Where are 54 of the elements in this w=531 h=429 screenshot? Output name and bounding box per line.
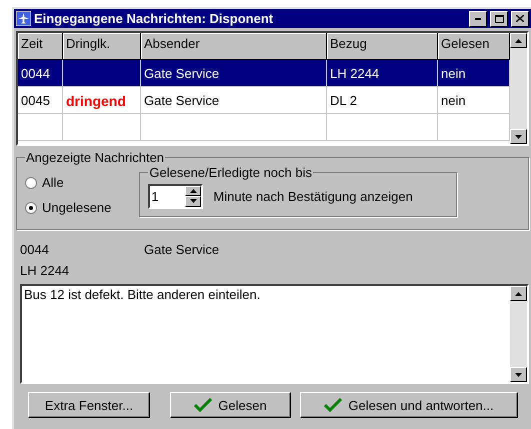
column-header[interactable]: Zeit [18,33,63,60]
scrollbar[interactable] [510,286,527,382]
column-header[interactable]: Bezug [327,33,438,60]
table-cell[interactable]: dringend [63,87,141,114]
scroll-up-button[interactable] [510,33,527,48]
close-button[interactable] [511,10,529,26]
minimize-icon [475,18,481,20]
table-cell[interactable]: nein [438,87,510,114]
minimize-button[interactable] [469,10,487,26]
scrollbar[interactable] [510,33,527,144]
table-cell[interactable]: 0045 [18,87,63,114]
airplane-icon [16,11,31,26]
table-cell[interactable]: LH 2244 [327,60,438,87]
scroll-down-button[interactable] [510,129,527,144]
table-cell[interactable]: DL 2 [327,87,438,114]
spin-down-button[interactable] [185,196,202,206]
table-cell[interactable] [63,60,141,87]
dialog-button[interactable]: Gelesen und antworten... [300,392,518,418]
maximize-icon [494,14,504,22]
maximize-button[interactable] [490,10,508,26]
column-header[interactable]: Absender [141,33,327,60]
column-header[interactable]: Dringlk. [63,33,141,60]
message-box[interactable]: Bus 12 ist defekt. Bitte anderen einteilen. [20,284,529,384]
down-arrow-icon [515,134,522,138]
column-header[interactable]: Gelesen [438,33,510,60]
table-cell[interactable] [141,114,327,141]
table-cell[interactable]: nein [438,60,510,87]
scroll-down-button[interactable] [510,367,527,382]
message-reference: LH 2244 [20,263,70,278]
table-cell[interactable] [18,114,63,141]
table-cell[interactable]: Gate Service [141,87,327,114]
window-title: Eingegangene Nachrichten: Disponent [34,11,274,26]
up-arrow-icon [515,292,522,296]
dialog-button[interactable]: Extra Fenster... [28,392,150,418]
scroll-up-button[interactable] [510,286,527,301]
up-arrow-icon [515,38,522,42]
minutes-spinner[interactable]: 1 [148,184,204,208]
down-arrow-icon [190,199,197,204]
close-icon [516,15,524,22]
table-cell[interactable]: 0044 [18,60,63,87]
spinner-label: Minute nach Bestätigung anzeigen [213,188,413,204]
table-cell[interactable] [63,114,141,141]
up-arrow-icon [190,188,197,193]
table-cell[interactable]: Gate Service [141,60,327,87]
group-title: Gelesene/Erledigte noch bis [148,165,313,180]
spin-up-button[interactable] [185,186,202,196]
radio-option[interactable]: Alle [25,175,112,190]
radio-option[interactable]: Ungelesene [25,200,112,215]
table-cell[interactable] [327,114,438,141]
down-arrow-icon [515,372,522,376]
message-sender: Gate Service [144,242,220,257]
group-title: Angezeigte Nachrichten [25,150,166,165]
message-time: 0044 [20,242,50,257]
dialog-button[interactable]: Gelesen [170,392,291,418]
